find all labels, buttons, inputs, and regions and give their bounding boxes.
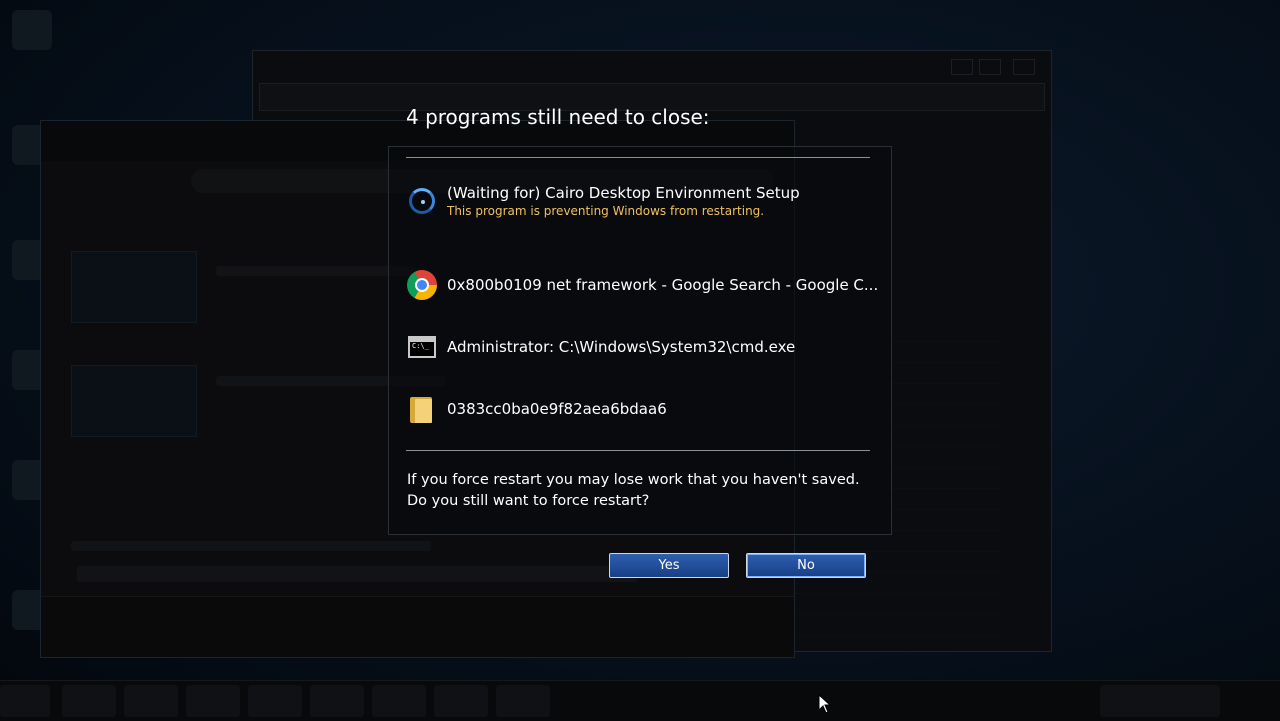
program-name: 0383cc0ba0e9f82aea6bdaa6 [447,400,667,418]
taskbar-app-icon[interactable] [186,685,240,717]
download-bar [41,596,794,657]
warning-line: Do you still want to force restart? [407,493,650,509]
video-thumbnail [71,365,197,437]
program-item: 0x800b0109 net framework - Google Search… [406,265,878,305]
warning-line: If you force restart you may lose work t… [407,472,860,488]
taskbar-app-icon[interactable] [310,685,364,717]
program-name: 0x800b0109 net framework - Google Search… [447,276,879,294]
start-button[interactable] [0,685,50,717]
result-line [77,566,637,582]
result-line [216,266,416,276]
video-thumbnail [71,251,197,323]
taskbar [0,680,1280,721]
cmd-icon: C:\_ [406,331,438,363]
taskbar-app-icon[interactable] [372,685,426,717]
maximize-icon [979,59,1001,75]
dialog-heading: 4 programs still need to close: [406,105,710,129]
program-name: Administrator: C:\Windows\System32\cmd.e… [447,338,796,356]
program-name: (Waiting for) Cairo Desktop Environment … [447,184,800,202]
yes-button[interactable]: Yes [609,553,729,578]
program-item: 0383cc0ba0e9f82aea6bdaa6 [406,389,667,429]
divider [406,450,870,451]
taskbar-app-icon[interactable] [496,685,550,717]
folder-icon [406,393,438,425]
spinner-icon [406,185,438,217]
system-tray[interactable] [1100,685,1220,717]
recycle-bin-icon [12,10,52,50]
minimize-icon [951,59,973,75]
program-note: This program is preventing Windows from … [447,204,765,218]
taskbar-app-icon[interactable] [62,685,116,717]
taskbar-app-icon[interactable] [434,685,488,717]
program-item: (Waiting for) Cairo Desktop Environment … [406,181,800,221]
program-item: C:\_ Administrator: C:\Windows\System32\… [406,327,795,367]
no-button[interactable]: No [746,553,866,578]
taskbar-app-icon[interactable] [124,685,178,717]
warning-text: If you force restart you may lose work t… [407,470,860,512]
divider [406,157,870,158]
result-line [71,541,431,551]
taskbar-app-icon[interactable] [248,685,302,717]
chrome-icon [406,269,438,301]
close-icon [1013,59,1035,75]
